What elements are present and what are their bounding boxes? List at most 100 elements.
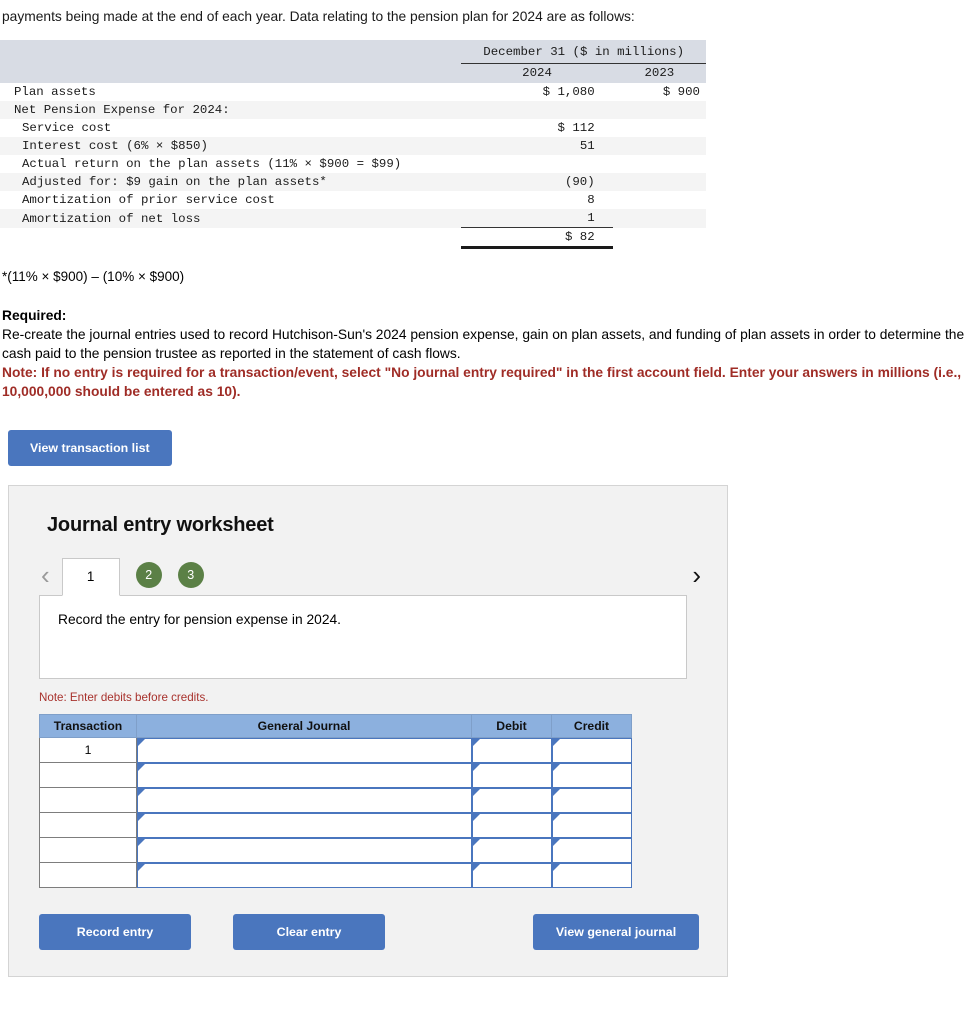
page-root: payments being made at the end of each y… — [0, 0, 977, 978]
table-row: Interest cost (6% × $850) 51 — [0, 137, 706, 156]
account-select-row-3[interactable] — [137, 787, 472, 813]
table-row — [39, 787, 632, 814]
worksheet-action-bar: Record entry Clear entry View general jo… — [39, 914, 699, 951]
column-header-2024: 2024 — [461, 63, 613, 84]
table-row: Actual return on the plan assets (11% × … — [0, 155, 706, 174]
row-label: Plan assets — [0, 83, 462, 102]
required-section: Required: Re-create the journal entries … — [0, 306, 977, 401]
column-header-credit: Credit — [551, 713, 632, 738]
row-value-2024: 51 — [461, 137, 613, 156]
row-value-2024: $ 112 — [461, 119, 613, 138]
required-heading: Required: — [2, 308, 67, 324]
debit-input-row-2[interactable] — [471, 762, 552, 788]
journal-entry-header-row: Transaction General Journal Debit Credit — [39, 713, 632, 738]
footnote: *(11% × $900) – (10% × $900) — [2, 269, 185, 285]
total-value: $ 82 — [461, 227, 613, 250]
header-years-spacer — [0, 63, 462, 84]
account-select-row-4[interactable] — [137, 812, 472, 838]
credit-input-row-6[interactable] — [551, 862, 632, 888]
row-label: Amortization of net loss — [0, 209, 462, 228]
worksheet-prompt-text: Record the entry for pension expense in … — [58, 611, 342, 627]
row-value-2023 — [612, 101, 706, 120]
credit-input-row-3[interactable] — [551, 787, 632, 813]
total-spacer-2023 — [612, 227, 706, 248]
credit-input-row-4[interactable] — [551, 812, 632, 838]
transaction-number — [39, 862, 137, 889]
table-row: Service cost $ 112 — [0, 119, 706, 138]
column-header-debit: Debit — [471, 713, 552, 738]
debit-input-row-3[interactable] — [471, 787, 552, 813]
previous-chevron-icon[interactable]: ‹ — [39, 562, 62, 595]
clear-entry-button[interactable]: Clear entry — [233, 914, 385, 951]
row-value-2024: 1 — [461, 209, 613, 228]
next-chevron-icon[interactable]: › — [690, 562, 705, 595]
required-body: Re-create the journal entries used to re… — [2, 327, 965, 362]
journal-entry-worksheet-panel: Journal entry worksheet ‹ 1 2 3 › Record… — [8, 484, 728, 978]
credit-input-row-2[interactable] — [551, 762, 632, 788]
record-entry-button[interactable]: Record entry — [39, 914, 191, 951]
row-value-2023 — [612, 155, 706, 174]
row-value-2024: $ 1,080 — [461, 83, 613, 102]
column-header-transaction: Transaction — [39, 713, 137, 738]
transaction-number: 1 — [39, 736, 137, 764]
column-header-2023: 2023 — [612, 63, 706, 84]
pension-data-table-wrap: December 31 ($ in millions) 2024 2023 Pl… — [0, 39, 706, 250]
credit-input-row-5[interactable] — [551, 837, 632, 863]
transaction-number — [39, 762, 137, 789]
transaction-number — [39, 787, 137, 814]
tab-2[interactable]: 2 — [135, 561, 162, 588]
header-spacer — [0, 39, 462, 64]
total-label-spacer — [0, 227, 462, 248]
table-header-years: 2024 2023 — [0, 63, 706, 84]
debit-input-row-6[interactable] — [471, 862, 552, 888]
row-value-2023 — [612, 173, 706, 192]
row-label: Adjusted for: $9 gain on the plan assets… — [0, 173, 462, 192]
debit-input-row-4[interactable] — [471, 812, 552, 838]
account-select-row-5[interactable] — [137, 837, 472, 863]
table-total-row: $ 82 — [0, 227, 706, 250]
row-value-2023 — [612, 119, 706, 138]
worksheet-prompt-box: Record the entry for pension expense in … — [39, 594, 687, 679]
row-value-2023 — [612, 137, 706, 156]
table-row — [39, 837, 632, 864]
row-value-2023 — [612, 209, 706, 228]
transaction-number — [39, 837, 137, 864]
table-row — [39, 762, 632, 789]
table-row — [39, 862, 632, 889]
account-select-row-1[interactable] — [137, 737, 472, 763]
row-label: Amortization of prior service cost — [0, 191, 462, 210]
debits-note: Note: Enter debits before credits. — [39, 690, 209, 704]
table-row: Adjusted for: $9 gain on the plan assets… — [0, 173, 706, 192]
debit-input-row-1[interactable] — [471, 737, 552, 763]
row-label: Net Pension Expense for 2024: — [0, 101, 462, 120]
tab-3[interactable]: 3 — [177, 561, 204, 588]
view-general-journal-button[interactable]: View general journal — [533, 914, 699, 951]
row-value-2024: (90) — [461, 173, 613, 192]
transaction-number — [39, 812, 137, 839]
required-note: Note: If no entry is required for a tran… — [2, 365, 962, 400]
table-row: Plan assets $ 1,080 $ 900 — [0, 83, 706, 102]
journal-entry-table: Transaction General Journal Debit Credit… — [39, 713, 632, 889]
account-select-row-2[interactable] — [137, 762, 472, 788]
row-label: Interest cost (6% × $850) — [0, 137, 462, 156]
row-value-2023 — [612, 191, 706, 210]
pension-data-table: December 31 ($ in millions) 2024 2023 Pl… — [0, 39, 706, 250]
view-transaction-list-wrap: View transaction list — [0, 429, 977, 466]
account-select-row-6[interactable] — [137, 862, 472, 888]
tab-1[interactable]: 1 — [61, 557, 120, 596]
table-row: 1 — [39, 736, 632, 764]
debit-input-row-5[interactable] — [471, 837, 552, 863]
table-row — [39, 812, 632, 839]
table-header-band: December 31 ($ in millions) — [0, 39, 706, 65]
intro-paragraph: payments being made at the end of each y… — [2, 9, 635, 24]
view-transaction-list-button[interactable]: View transaction list — [8, 429, 172, 466]
credit-input-row-1[interactable] — [551, 737, 632, 763]
column-header-general-journal: General Journal — [136, 713, 472, 738]
row-value-2023: $ 900 — [612, 83, 706, 102]
header-title: December 31 ($ in millions) — [461, 39, 706, 65]
worksheet-title: Journal entry worksheet — [47, 513, 274, 536]
row-label: Actual return on the plan assets (11% × … — [0, 155, 462, 174]
row-value-2024: 8 — [461, 191, 613, 210]
table-row: Net Pension Expense for 2024: — [0, 101, 706, 120]
row-label: Service cost — [0, 119, 462, 138]
